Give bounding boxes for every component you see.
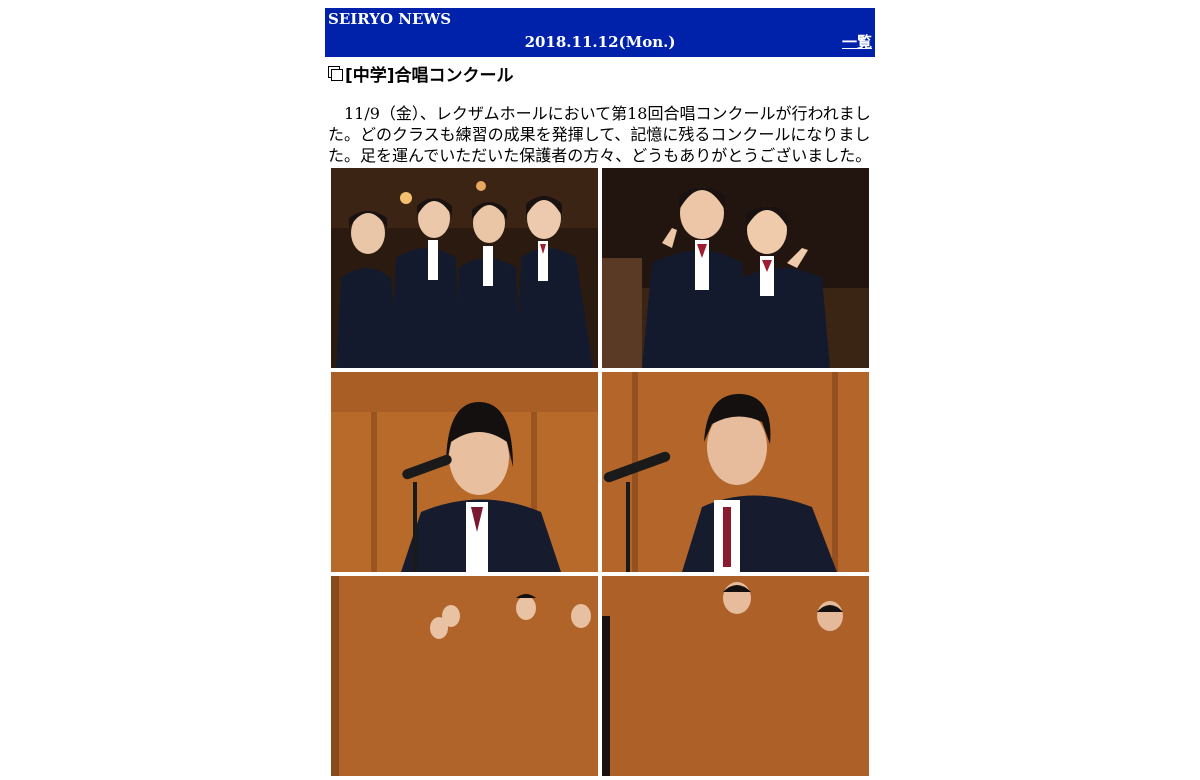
boy-at-microphone-photo: [602, 372, 869, 572]
window-icon: [328, 65, 343, 81]
photo-row: [331, 372, 869, 572]
photo-row: [331, 576, 869, 776]
four-students-posing-photo: [331, 168, 598, 368]
boys-choir-photo: [602, 576, 869, 776]
site-name: SEIRYO NEWS: [328, 10, 452, 28]
news-header: SEIRYO NEWS 2018.11.12(Mon.) 一覧: [325, 8, 875, 57]
girl-at-microphone-photo: [331, 372, 598, 572]
news-container: SEIRYO NEWS 2018.11.12(Mon.) 一覧 [中学]合唱コン…: [325, 8, 875, 780]
article-title: [中学]合唱コンクール: [345, 65, 514, 86]
two-students-peace-sign-photo: [602, 168, 869, 368]
article-date: 2018.11.12(Mon.): [524, 33, 676, 51]
article-title-row: [中学]合唱コンクール: [325, 62, 875, 86]
list-link[interactable]: 一覧: [842, 33, 872, 51]
photo-row: [331, 168, 869, 368]
photo-gallery: [331, 168, 869, 776]
choir-group-photo: [331, 576, 598, 776]
article-body: 11/9（金）、レクザムホールにおいて第18回合唱コンクールが行われました。どの…: [328, 104, 872, 165]
